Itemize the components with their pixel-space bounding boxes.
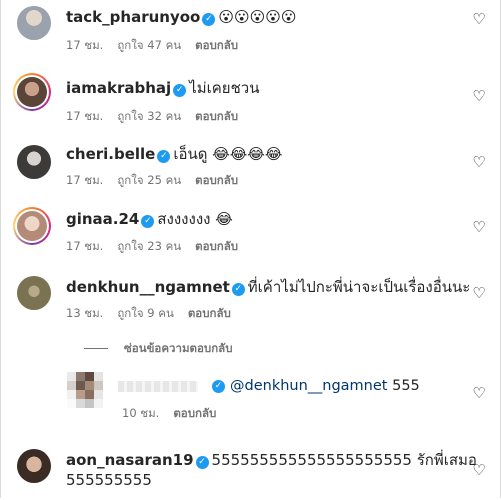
verified-badge-icon: ✓ (195, 456, 209, 469)
verified-badge-icon: ✓ (173, 84, 187, 97)
reply-text: @denkhun__ngamnet 555 (230, 378, 420, 394)
verified-badge-icon: ✓ (212, 380, 225, 393)
comment-text: เอ็นดู 😂😂😂😂 (173, 145, 283, 163)
reply-button[interactable]: ตอบกลับ (195, 239, 238, 253)
avatar[interactable] (17, 449, 51, 483)
like-count[interactable]: ถูกใจ 25 คน (117, 173, 181, 187)
comment-header: tack_pharunyoo ✓ 😮😮😮😮😮 (66, 7, 297, 27)
reply-button[interactable]: ตอบกลับ (173, 406, 216, 420)
reply-button[interactable]: ตอบกลับ (195, 173, 238, 187)
comment-header: denkhun__ngamnet ✓ ที่เค้าไม่ไปกะพี่น่าจะเ… (66, 277, 470, 297)
comment-meta: 17 ชม. ถูกใจ 47 คน ตอบกลับ (66, 37, 252, 55)
comment-text: ที่เค้าไม่ไปกะพี่น่าจะเป็นเรื่องอื่นนะ (247, 278, 471, 296)
comment-time[interactable]: 17 ชม. (66, 173, 103, 187)
like-count[interactable]: ถูกใจ 32 คน (117, 109, 181, 123)
comment-meta: 17 ชม. ถูกใจ 23 คน ตอบกลับ (66, 238, 252, 256)
comment-meta: 17 ชม. ถูกใจ 25 คน ตอบกลับ (66, 172, 252, 190)
username[interactable]: aon_nasaran19 (66, 451, 194, 469)
avatar-photo (17, 145, 51, 179)
username[interactable]: iamakrabhaj (66, 79, 171, 97)
avatar[interactable] (13, 207, 51, 245)
like-count[interactable]: ถูกใจ 47 คน (117, 38, 181, 52)
comment-text-continued: 555555555 (66, 471, 152, 489)
verified-badge-icon: ✓ (231, 283, 245, 296)
avatar-photo (17, 276, 51, 310)
hide-replies-button[interactable]: ซ่อนข้อความตอบกลับ (84, 340, 233, 358)
like-count[interactable]: ถูกใจ 23 คน (117, 239, 181, 253)
comment-time[interactable]: 17 ชม. (66, 38, 103, 52)
comment-header: cheri.belle ✓ เอ็นดู 😂😂😂😂 (66, 144, 282, 164)
comment-meta: 17 ชม. ถูกใจ 32 คน ตอบกลับ (66, 108, 252, 126)
avatar-photo (17, 77, 47, 107)
mention-link[interactable]: @denkhun__ngamnet (230, 378, 387, 394)
reply-meta: 10 ชม. ตอบกลับ (122, 405, 230, 423)
comment-text: 😮😮😮😮😮 (218, 8, 297, 26)
hide-replies-label: ซ่อนข้อความตอบกลับ (124, 341, 233, 355)
reply-button[interactable]: ตอบกลับ (195, 109, 238, 123)
username[interactable]: tack_pharunyoo (66, 8, 200, 26)
username[interactable]: cheri.belle (66, 145, 155, 163)
divider (84, 348, 108, 349)
comment-time[interactable]: 10 ชม. (122, 406, 159, 420)
avatar[interactable] (67, 372, 103, 408)
comment-text: 555555555555555555555 รักพี่เสมอ (211, 451, 477, 469)
avatar[interactable] (17, 276, 51, 310)
avatar-photo (17, 211, 47, 241)
avatar[interactable] (17, 145, 51, 179)
verified-badge-icon: ✓ (202, 13, 216, 26)
username[interactable]: denkhun__ngamnet (66, 278, 230, 296)
comment-header: iamakrabhaj ✓ ไม่เคยชวน (66, 78, 259, 98)
avatar[interactable] (17, 6, 51, 40)
blurred-username (118, 381, 198, 392)
heart-outline-icon[interactable]: ♡ (471, 154, 487, 170)
verified-badge-icon: ✓ (141, 215, 155, 228)
heart-outline-icon[interactable]: ♡ (471, 88, 487, 104)
heart-outline-icon[interactable]: ♡ (471, 385, 487, 401)
comment-header: aon_nasaran19 ✓ 555555555555555555555 รักพ… (66, 450, 477, 470)
comment-text: สงงงงงง 😂 (157, 210, 233, 228)
verified-badge-icon: ✓ (157, 150, 171, 163)
comment-time[interactable]: 17 ชม. (66, 239, 103, 253)
avatar[interactable] (13, 73, 51, 111)
reply-button[interactable]: ตอบกลับ (188, 306, 231, 320)
comment-meta: 13 ชม. ถูกใจ 9 คน ตอบกลับ (66, 305, 245, 323)
heart-outline-icon[interactable]: ♡ (471, 11, 487, 27)
comment-time[interactable]: 17 ชม. (66, 109, 103, 123)
reply-button[interactable]: ตอบกลับ (195, 38, 238, 52)
reply-body: 555 (387, 378, 420, 394)
like-count[interactable]: ถูกใจ 9 คน (117, 306, 173, 320)
heart-outline-icon[interactable]: ♡ (471, 462, 487, 478)
comment-text: ไม่เคยชวน (189, 79, 260, 97)
comment-time[interactable]: 13 ชม. (66, 306, 103, 320)
heart-outline-icon[interactable]: ♡ (471, 285, 487, 301)
avatar-photo (17, 449, 51, 483)
avatar-photo (17, 6, 51, 40)
username[interactable]: ginaa.24 (66, 210, 139, 228)
heart-outline-icon[interactable]: ♡ (471, 219, 487, 235)
comment-header: ginaa.24 ✓ สงงงงงง 😂 (66, 209, 233, 229)
